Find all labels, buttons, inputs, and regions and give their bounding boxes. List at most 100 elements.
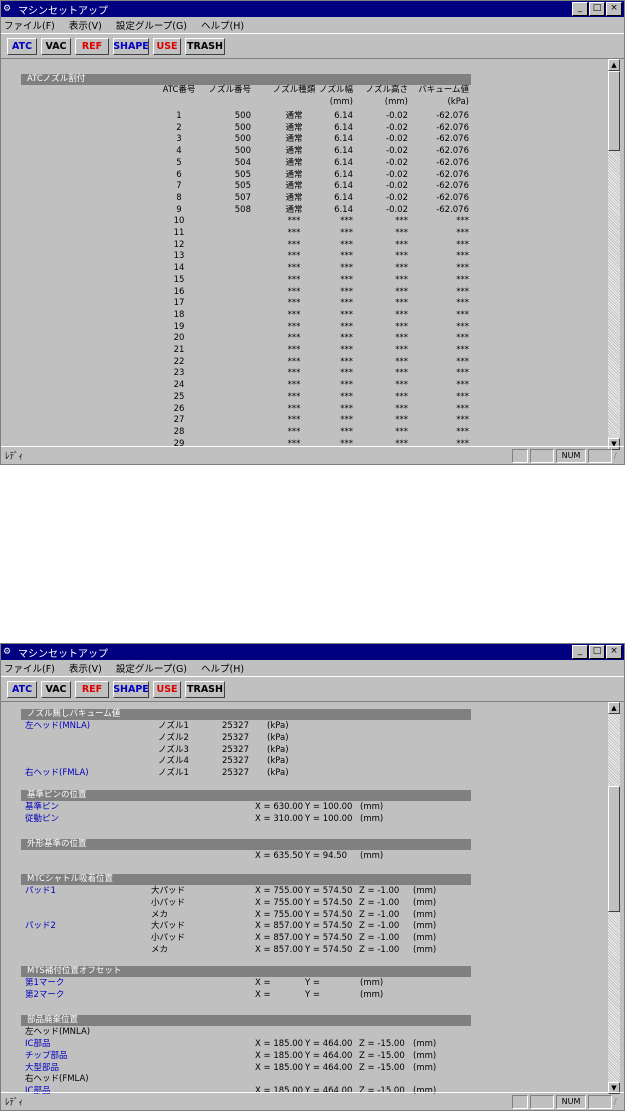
nozzle-width-cell: ***: [340, 216, 353, 227]
nozzle-type-cell: ***: [287, 216, 301, 227]
atc-number-cell: 22: [173, 356, 185, 367]
nozzle-width-cell: 6.14: [334, 204, 353, 215]
nozzle-width-cell: 6.14: [334, 122, 353, 133]
unit-label: (kPa): [267, 721, 289, 731]
atc-number-cell: 2: [176, 122, 182, 133]
y-value: Y = 574.50: [305, 886, 353, 896]
vertical-scrollbar[interactable]: ▲ ▼: [608, 702, 620, 1094]
y-value: Y = 100.00: [305, 802, 353, 812]
nozzle-number-cell: 500: [234, 146, 251, 157]
nozzle-height-cell: -0.02: [386, 169, 408, 180]
toolbar-button-use[interactable]: USE: [153, 37, 181, 55]
atc-number-cell: 1: [176, 111, 182, 121]
nozzle-type-cell: ***: [287, 321, 301, 332]
nozzle-width-cell: ***: [340, 391, 353, 402]
pad-label: パッド1: [25, 886, 56, 896]
unit-label: (mm): [360, 989, 384, 1000]
toolbar-button-atc[interactable]: ATC: [7, 37, 37, 55]
nozzle-type-cell: ***: [287, 426, 301, 437]
pad-label: パッド2: [25, 921, 56, 932]
toolbar-button-shape[interactable]: SHAPE: [113, 37, 149, 55]
menu-help[interactable]: ヘルプ(H): [201, 661, 244, 675]
nozzle-width-cell: 6.14: [334, 111, 353, 121]
x-value: X = 310.00: [255, 813, 304, 824]
nozzle-label: ノズル1: [158, 721, 189, 731]
nozzle-type-cell: 通常: [285, 122, 303, 133]
status-indicator-3: [588, 448, 612, 463]
pin-label: 従動ピン: [25, 813, 60, 824]
nozzle-height-cell: -0.02: [386, 111, 408, 121]
vacuum-value-cell: ***: [456, 286, 469, 297]
vacuum-value-cell: ***: [456, 356, 469, 367]
x-value: X = 630.00: [255, 802, 304, 812]
title-bar: ⚙ マシンセットアップ _ □ ×: [1, 644, 624, 660]
nozzle-height-cell: ***: [395, 286, 408, 297]
scroll-thumb[interactable]: [608, 786, 620, 912]
atc-number-cell: 12: [173, 239, 185, 250]
vacuum-value-cell: -62.076: [436, 169, 469, 180]
window-title: マシンセットアップ: [18, 5, 108, 17]
vacuum-value-cell: ***: [456, 403, 469, 414]
mark-label: 第1マーク: [25, 978, 65, 988]
toolbar-button-atc[interactable]: ATC: [7, 680, 37, 698]
scroll-up-button[interactable]: ▲: [608, 702, 620, 714]
menu-file[interactable]: ファイル(F): [4, 18, 55, 32]
scroll-up-button[interactable]: ▲: [608, 59, 620, 71]
nozzle-width-cell: ***: [340, 426, 353, 437]
unit-label: (mm): [360, 851, 384, 861]
menu-view[interactable]: 表示(V): [69, 661, 102, 675]
toolbar-button-ref[interactable]: REF: [75, 680, 109, 698]
toolbar-button-ref[interactable]: REF: [75, 37, 109, 55]
nozzle-width-cell: 6.14: [334, 134, 353, 145]
maximize-button[interactable]: □: [589, 2, 605, 16]
nozzle-number-cell: 504: [234, 157, 251, 168]
scroll-thumb[interactable]: [608, 71, 620, 151]
nozzle-type-cell: ***: [287, 228, 301, 238]
unit-label: (mm): [360, 813, 384, 824]
menu-view[interactable]: 表示(V): [69, 18, 102, 32]
vacuum-value-cell: ***: [456, 309, 469, 320]
nozzle-width-cell: ***: [340, 356, 353, 367]
toolbar-button-trash[interactable]: TRASH: [185, 680, 225, 698]
toolbar-button-use[interactable]: USE: [153, 680, 181, 698]
pad-type-label: 大パッド: [151, 921, 186, 932]
toolbar-button-vac[interactable]: VAC: [41, 37, 71, 55]
z-value: Z = -1.00: [359, 945, 400, 955]
y-value: Y =: [305, 978, 321, 988]
close-button[interactable]: ×: [606, 645, 622, 659]
toolbar-button-shape[interactable]: SHAPE: [113, 680, 149, 698]
y-value: Y = 464.00: [305, 1062, 353, 1073]
close-button[interactable]: ×: [606, 2, 622, 16]
toolbar-button-vac[interactable]: VAC: [41, 680, 71, 698]
nozzle-number-cell: 500: [234, 122, 251, 133]
section-header: ATCノズル割付: [21, 74, 471, 85]
nozzle-number-cell: 500: [234, 111, 251, 121]
toolbar-button-trash[interactable]: TRASH: [185, 37, 225, 55]
menu-settings-group[interactable]: 設定グループ(G): [116, 18, 187, 32]
x-value: X =: [255, 989, 271, 1000]
z-value: Z = -1.00: [359, 886, 400, 896]
nozzle-height-cell: ***: [395, 309, 408, 320]
x-value: X = 857.00: [255, 945, 304, 955]
vacuum-value-cell: ***: [456, 251, 469, 262]
nozzle-width-cell: 6.14: [334, 181, 353, 192]
maximize-button[interactable]: □: [589, 645, 605, 659]
minimize-button[interactable]: _: [572, 2, 588, 16]
unit-label: (mm): [413, 1039, 437, 1049]
pin-label: 基準ピン: [25, 802, 60, 812]
vertical-scrollbar[interactable]: ▲ ▼: [608, 59, 620, 450]
menu-settings-group[interactable]: 設定グループ(G): [116, 661, 187, 675]
nozzle-width-cell: 6.14: [334, 146, 353, 157]
minimize-button[interactable]: _: [572, 645, 588, 659]
status-bar: ﾚﾃﾞｨ NUM ∕: [1, 1092, 624, 1110]
status-text: ﾚﾃﾞｨ: [5, 1098, 24, 1108]
atc-number-cell: 7: [176, 181, 182, 192]
x-value: X = 185.00: [255, 1062, 304, 1073]
menu-help[interactable]: ヘルプ(H): [201, 18, 244, 32]
status-text: ﾚﾃﾞｨ: [5, 452, 24, 462]
section-header: MTCシャトル吸着位置: [21, 874, 471, 885]
unit-label: (mm): [413, 1050, 437, 1061]
menu-file[interactable]: ファイル(F): [4, 661, 55, 675]
vacuum-value-cell: ***: [456, 274, 469, 285]
num-lock-indicator: NUM: [556, 1094, 586, 1109]
